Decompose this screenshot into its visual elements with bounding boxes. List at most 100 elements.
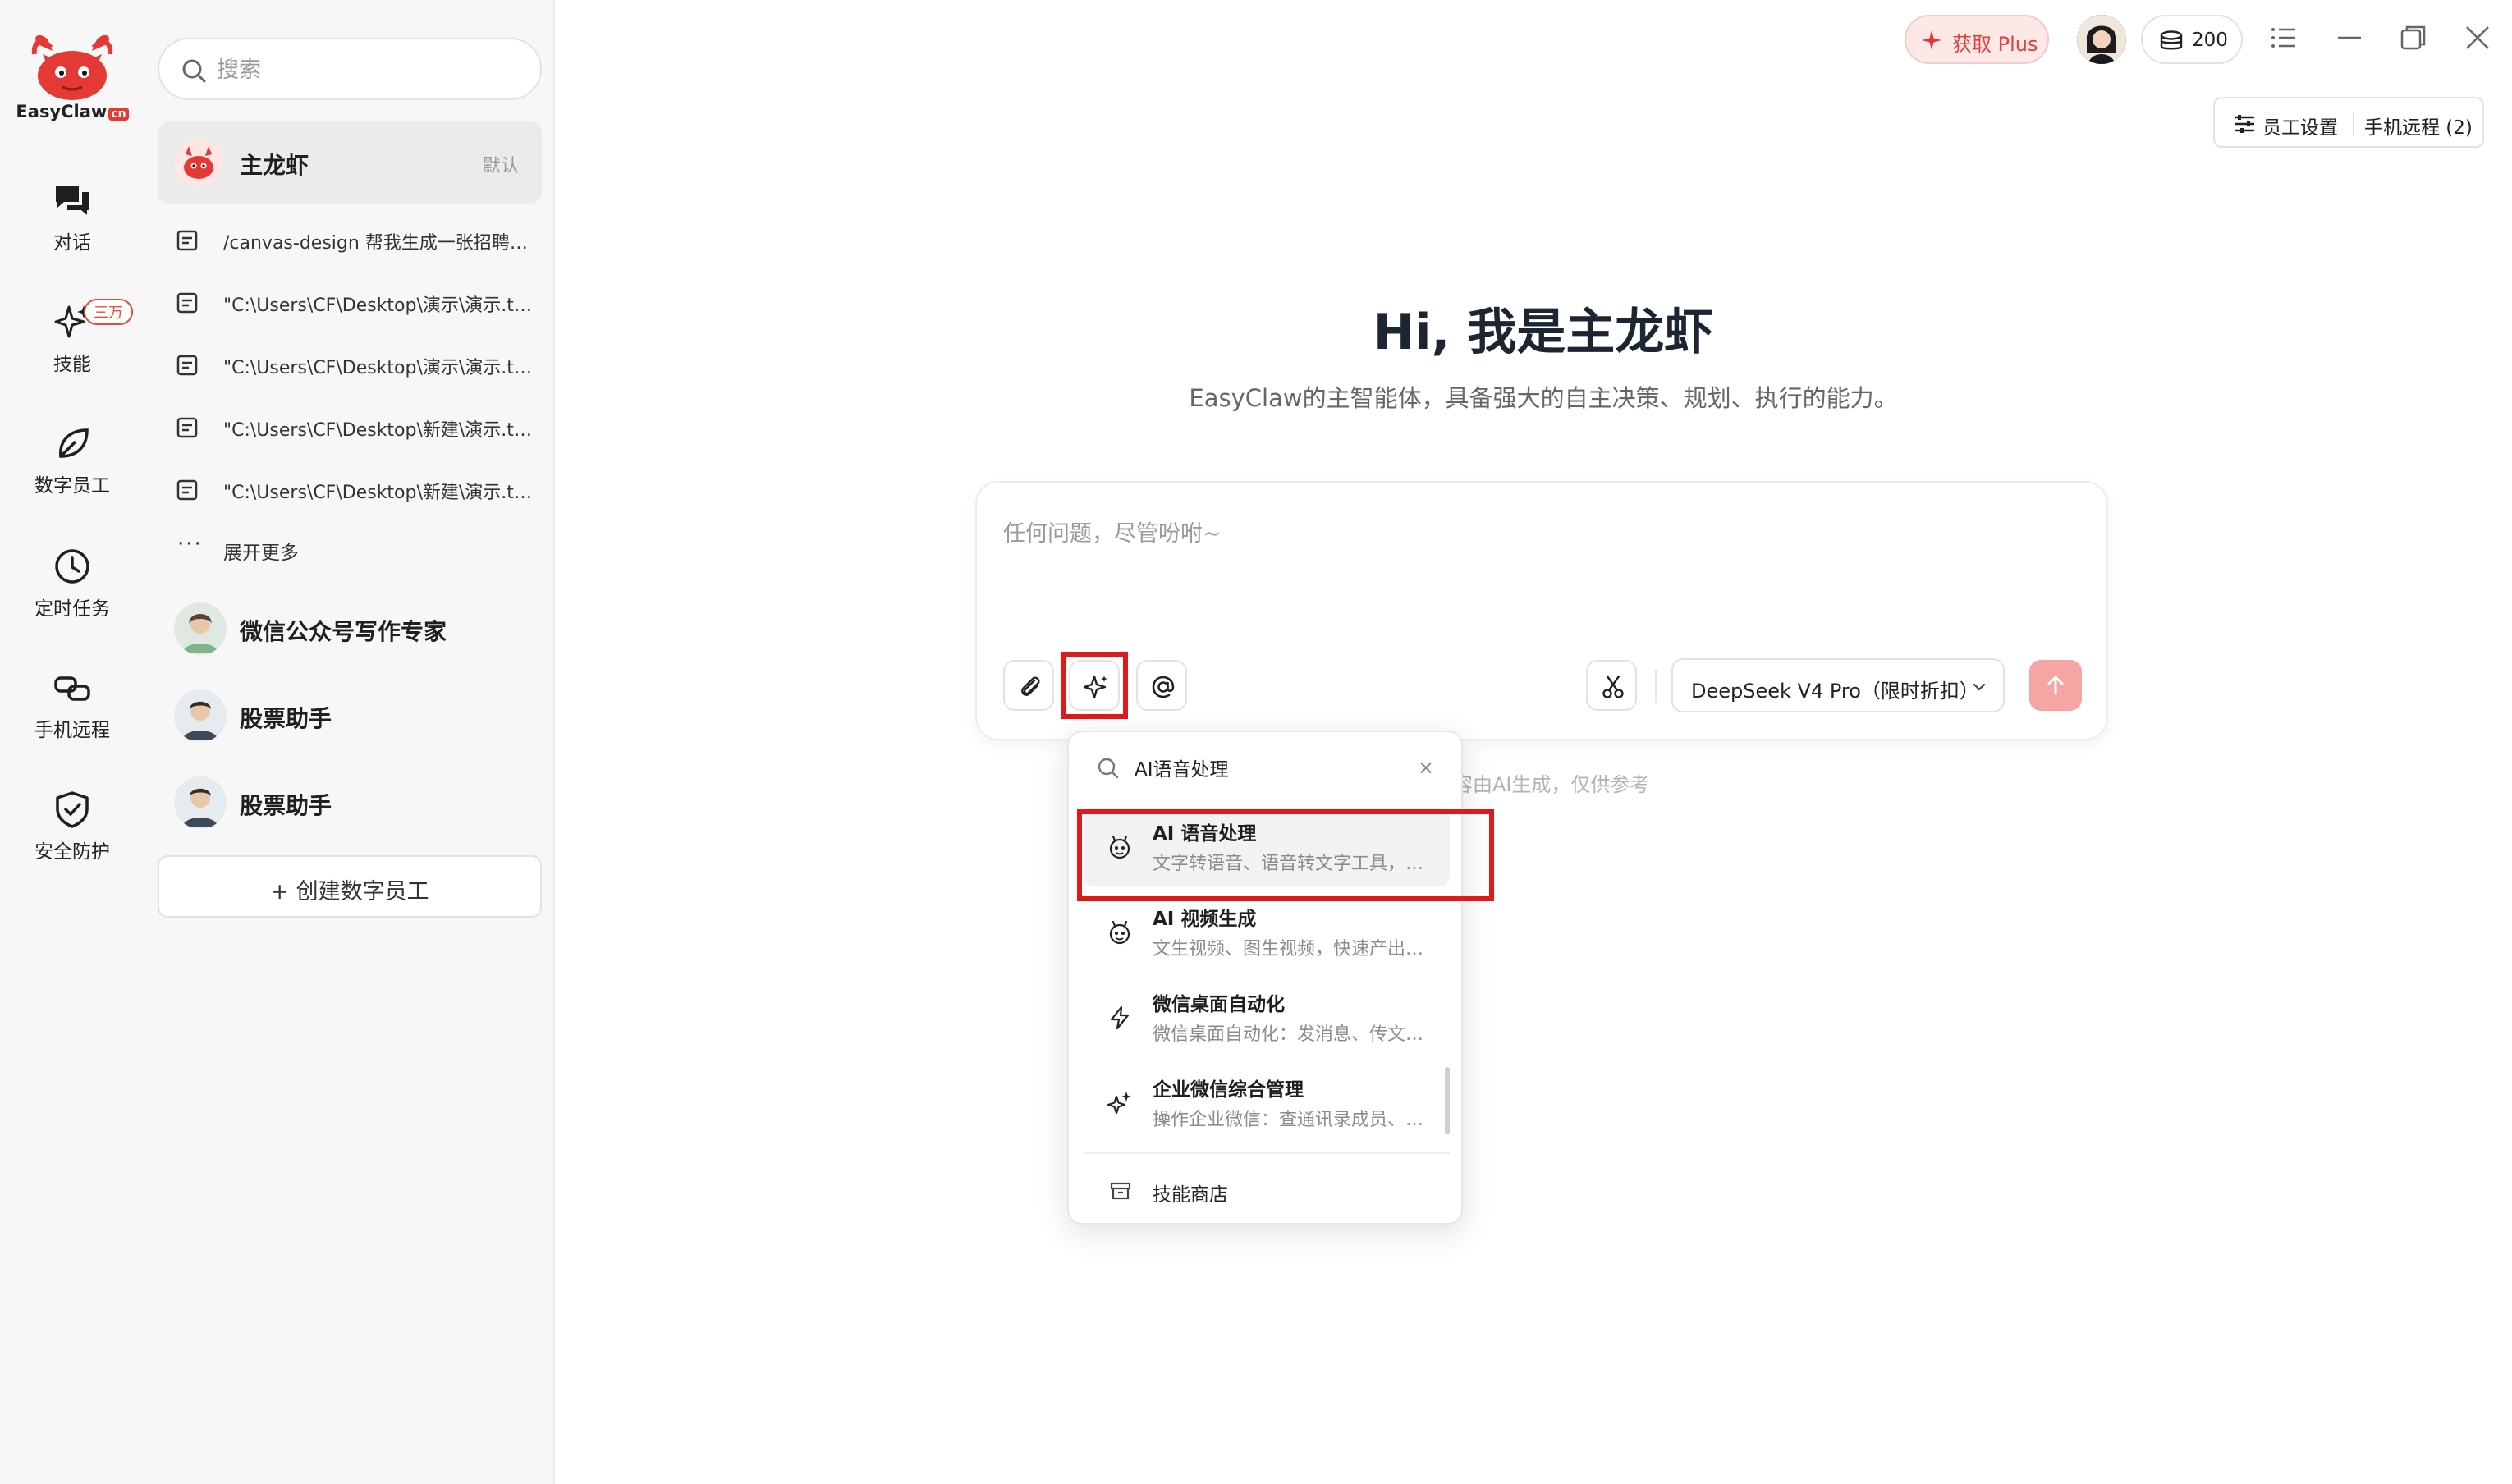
user-avatar[interactable]: [2077, 15, 2126, 64]
skill-title: 企业微信综合管理: [1153, 1079, 1304, 1101]
conversation-title: "C:\Users\CF\Desktop\演示\演示.txt": [223, 295, 535, 316]
rail-item-scheduled-task[interactable]: 定时任务: [0, 547, 144, 637]
logo-badge: cn: [108, 108, 129, 121]
phone-remote-button[interactable]: 手机远程 (2): [2364, 112, 2473, 140]
rail-item-skills[interactable]: 三万 技能: [0, 299, 144, 392]
rail-item-security[interactable]: 安全防护: [0, 790, 144, 880]
credits-button[interactable]: 200: [2141, 15, 2243, 64]
minimize-icon[interactable]: [2335, 23, 2364, 53]
link-icon: [54, 676, 90, 701]
conversation-item[interactable]: "C:\Users\CF\Desktop\新建\演示.txt": [158, 399, 542, 456]
skill-store-item[interactable]: 技能商店: [1084, 1166, 1450, 1215]
dropdown-divider: [1084, 1152, 1450, 1154]
rail-label-skills: 技能: [53, 354, 91, 375]
document-icon: [176, 292, 198, 314]
person-avatar-icon: [174, 689, 227, 742]
search-icon: [182, 59, 206, 83]
rail-label-chat: 对话: [53, 232, 91, 254]
skill-item-highlight: [1077, 809, 1494, 901]
at-sign-icon: [1152, 676, 1175, 698]
send-button[interactable]: [2029, 660, 2082, 711]
skill-item-wecom-management[interactable]: 企业微信综合管理 操作企业微信：查通讯录成员、发送消息: [1084, 1064, 1450, 1143]
get-plus-button[interactable]: 获取 Plus: [1905, 15, 2049, 64]
mention-button[interactable]: [1136, 660, 1187, 711]
rail-item-digital-employee[interactable]: 数字员工: [0, 424, 144, 514]
skill-desc: 操作企业微信：查通讯录成员、发送消息: [1153, 1110, 1440, 1130]
search-input[interactable]: [217, 54, 520, 85]
chat-icon: [56, 186, 89, 215]
scissors-button[interactable]: [1586, 660, 1637, 711]
clear-search-icon[interactable]: ×: [1414, 755, 1438, 780]
expand-more-button[interactable]: ··· 展开更多: [158, 520, 542, 578]
restore-window-icon[interactable]: [2399, 23, 2428, 53]
skills-badge: 三万: [84, 299, 133, 325]
dropdown-scrollbar[interactable]: [1445, 1067, 1450, 1134]
conversation-item[interactable]: /canvas-design 帮我生成一张招聘海报: [158, 212, 542, 269]
rail-item-chat[interactable]: 对话: [0, 181, 144, 271]
document-icon: [176, 355, 198, 376]
paperclip-icon: [1021, 676, 1040, 696]
list-menu-icon[interactable]: [2269, 23, 2299, 53]
agent-item[interactable]: 股票助手: [158, 762, 542, 844]
chat-composer: DeepSeek V4 Pro（限时折扣）: [975, 481, 2108, 740]
create-digital-employee-button[interactable]: + 创建数字员工: [158, 855, 542, 918]
conversation-item[interactable]: "C:\Users\CF\Desktop\新建\演示.txt": [158, 461, 542, 519]
close-icon[interactable]: [2463, 23, 2492, 53]
hero-title: Hi, 我是主龙虾: [1373, 304, 1714, 361]
skills-dropdown: × AI 语音处理 文字转语音、语音转文字工具，支持多种音色 AI 视频生成 文…: [1067, 731, 1463, 1225]
document-icon: [176, 479, 198, 501]
default-tag: 默认: [482, 156, 519, 176]
conversation-title: "C:\Users\CF\Desktop\新建\演示.txt": [223, 420, 535, 441]
user-avatar-icon: [2077, 15, 2126, 64]
main-agent-item[interactable]: 主龙虾 默认: [158, 121, 542, 204]
model-name: DeepSeek V4 Pro（限时折扣）: [1691, 680, 1979, 703]
main-agent-avatar: [174, 138, 223, 187]
agent-item[interactable]: 股票助手: [158, 675, 542, 757]
arrow-up-icon: [2047, 676, 2064, 695]
icon-rail: EasyClaw cn 对话 三万 技能 数字员工 定时任务 手机远程 安全防护: [0, 0, 144, 1484]
logo-text: EasyClaw: [16, 102, 108, 121]
skills-search-input[interactable]: [1135, 753, 1397, 781]
skill-store-label: 技能商店: [1153, 1184, 1228, 1206]
skill-item-wechat-desktop[interactable]: 微信桌面自动化 微信桌面自动化：发消息、传文件、读取聊天: [1084, 978, 1450, 1057]
sliders-icon: [2235, 115, 2254, 133]
employee-toolbar: 员工设置 手机远程 (2): [2213, 97, 2484, 148]
search-icon: [1098, 758, 1119, 779]
conversation-item[interactable]: "C:\Users\CF\Desktop\演示\演示.txt": [158, 274, 542, 332]
lightning-icon: [1110, 1005, 1130, 1030]
attach-button[interactable]: [1003, 660, 1054, 711]
lobster-avatar-icon: [174, 138, 223, 187]
sidebar-search[interactable]: [158, 38, 542, 100]
clock-icon: [55, 549, 89, 584]
agent-name: 股票助手: [240, 705, 332, 732]
agent-avatar: [174, 776, 227, 829]
lobster-logo-icon: [31, 34, 113, 100]
agent-avatar: [174, 689, 227, 742]
rail-item-phone-remote[interactable]: 手机远程: [0, 668, 144, 758]
agent-item[interactable]: 微信公众号写作专家: [158, 588, 542, 670]
robot-icon: [1109, 920, 1130, 945]
sparkles-icon: [1107, 1092, 1131, 1115]
create-digital-employee-label: + 创建数字员工: [270, 879, 429, 905]
composer-divider: [1655, 670, 1657, 703]
rail-label-security: 安全防护: [34, 841, 110, 863]
app-logo[interactable]: EasyClaw cn: [15, 30, 130, 128]
skill-title: 微信桌面自动化: [1153, 994, 1285, 1015]
person-avatar-icon: [174, 776, 227, 829]
expand-more-label: 展开更多: [223, 543, 299, 564]
leaf-icon: [59, 428, 89, 458]
rail-label-digital-employee: 数字员工: [34, 475, 110, 497]
model-selector[interactable]: DeepSeek V4 Pro（限时折扣）: [1671, 658, 2005, 712]
employee-settings-button[interactable]: 员工设置: [2262, 112, 2338, 140]
conversation-item[interactable]: "C:\Users\CF\Desktop\演示\演示.txt": [158, 337, 542, 394]
coin-stack-icon: [2160, 30, 2183, 50]
document-icon: [176, 417, 198, 438]
archive-box-icon: [1110, 1182, 1131, 1200]
conversation-title: /canvas-design 帮我生成一张招聘海报: [223, 233, 535, 254]
toolbar-divider: [2353, 112, 2354, 136]
chevron-down-icon: [1973, 683, 1986, 691]
skill-item-ai-video[interactable]: AI 视频生成 文生视频、图生视频，快速产出短视频内容: [1084, 893, 1450, 972]
conversation-title: "C:\Users\CF\Desktop\新建\演示.txt": [223, 483, 535, 503]
conversation-title: "C:\Users\CF\Desktop\演示\演示.txt": [223, 358, 535, 378]
chat-input[interactable]: [1003, 515, 2070, 614]
